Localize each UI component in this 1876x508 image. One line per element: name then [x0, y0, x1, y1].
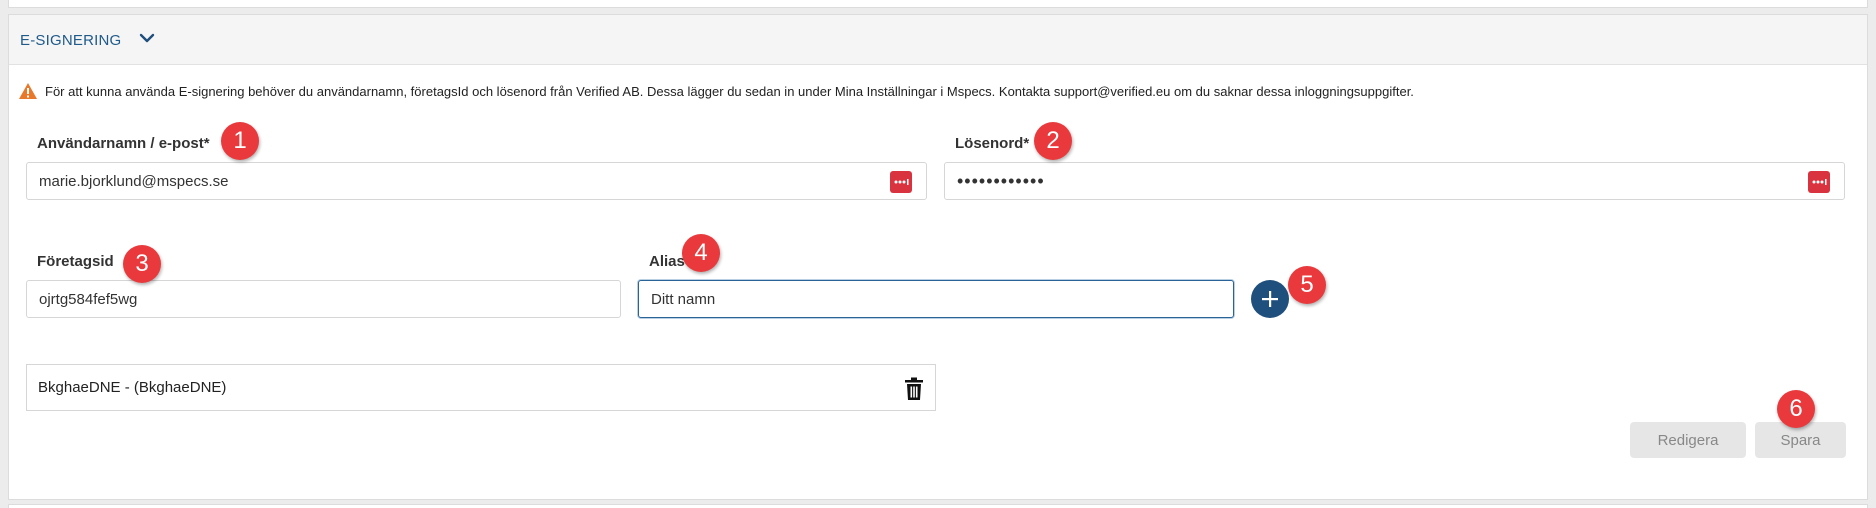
list-item-label: BkghaeDNE - (BkghaeDNE) — [38, 379, 227, 396]
panel-header[interactable]: E-SIGNERING — [9, 15, 1867, 65]
company-id-input[interactable] — [39, 290, 608, 308]
next-section-edge — [8, 504, 1868, 508]
previous-section-edge — [8, 0, 1868, 8]
alias-field[interactable] — [638, 280, 1234, 318]
password-label: Lösenord* — [955, 135, 1030, 152]
section-title: E-SIGNERING — [20, 32, 122, 49]
annotation-badge: 5 — [1288, 266, 1326, 304]
username-label: Användarnamn / e-post* — [37, 135, 210, 152]
password-input[interactable] — [957, 170, 1832, 192]
annotation-badge: 4 — [682, 234, 720, 272]
info-notice: För att kunna använda E-signering behöve… — [18, 80, 1414, 102]
chevron-down-icon[interactable] — [137, 29, 157, 49]
trash-icon[interactable] — [903, 377, 925, 401]
password-manager-icon[interactable] — [1808, 171, 1830, 193]
add-alias-button[interactable] — [1251, 280, 1289, 318]
list-item: BkghaeDNE - (BkghaeDNE) — [26, 364, 936, 411]
company-id-field[interactable] — [26, 280, 621, 318]
notice-text: För att kunna använda E-signering behöve… — [45, 83, 1414, 99]
annotation-badge: 1 — [221, 122, 259, 160]
password-field[interactable] — [944, 162, 1845, 200]
annotation-badge: 2 — [1034, 122, 1072, 160]
password-manager-icon[interactable] — [890, 171, 912, 193]
username-field[interactable] — [26, 162, 927, 200]
username-input[interactable] — [39, 172, 914, 190]
annotation-badge: 3 — [123, 245, 161, 283]
alias-label: Alias — [649, 253, 685, 270]
annotation-badge: 6 — [1777, 390, 1815, 428]
warning-icon — [19, 83, 37, 99]
alias-input[interactable] — [651, 290, 1221, 308]
edit-button[interactable]: Redigera — [1630, 422, 1746, 458]
plus-icon — [1262, 291, 1278, 307]
company-id-label: Företagsid — [37, 253, 114, 270]
